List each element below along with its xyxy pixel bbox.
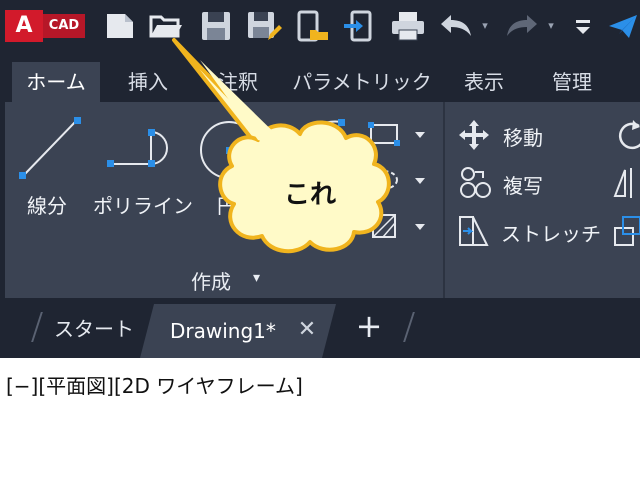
rotate-icon bbox=[618, 120, 640, 150]
ribbon-tab-bar: ホーム 挿入 注釈 パラメトリック 表示 管理 bbox=[0, 52, 640, 102]
copy-tool-button[interactable]: 複写 bbox=[457, 166, 577, 200]
plot-icon bbox=[392, 12, 424, 41]
tab-home[interactable]: ホーム bbox=[12, 62, 100, 102]
plot-button[interactable] bbox=[388, 8, 428, 44]
drawing-canvas[interactable]: [−][平面図][2D ワイヤフレーム] bbox=[0, 358, 640, 480]
draw-panel-title[interactable]: 作成 bbox=[191, 266, 231, 295]
scale-icon bbox=[614, 216, 640, 246]
tab-parametric[interactable]: パラメトリック bbox=[292, 62, 432, 102]
open-from-mobile-button[interactable] bbox=[292, 8, 332, 44]
viewport-controls[interactable]: [−][平面図][2D ワイヤフレーム] bbox=[6, 370, 303, 399]
scale-tool-button[interactable] bbox=[613, 214, 640, 248]
circle-icon bbox=[200, 121, 258, 179]
save-to-mobile-icon bbox=[344, 10, 372, 42]
customize-icon bbox=[576, 20, 590, 34]
line-tool-button[interactable]: 線分 bbox=[15, 114, 85, 224]
polyline-tool-button[interactable]: ポリライン bbox=[93, 114, 193, 224]
app-logo[interactable]: A CAD bbox=[5, 10, 85, 42]
tab-separator bbox=[403, 312, 415, 342]
customize-qat-button[interactable] bbox=[568, 8, 598, 44]
new-button[interactable] bbox=[100, 8, 140, 44]
tab-view[interactable]: 表示 bbox=[452, 62, 516, 102]
open-from-mobile-icon bbox=[297, 10, 328, 42]
polyline-icon bbox=[107, 129, 168, 167]
save-to-mobile-button[interactable] bbox=[340, 8, 380, 44]
tab-insert[interactable]: 挿入 bbox=[116, 62, 180, 102]
hatch-tool-button[interactable] bbox=[367, 212, 433, 242]
tab-drawing1-label: Drawing1* bbox=[170, 319, 276, 343]
open-button[interactable] bbox=[146, 8, 186, 44]
undo-button[interactable] bbox=[436, 8, 476, 44]
undo-dropdown-icon[interactable]: ▾ bbox=[478, 18, 492, 34]
ellipse-tool-button[interactable] bbox=[367, 166, 433, 196]
open-icon bbox=[149, 15, 182, 38]
save-button[interactable] bbox=[196, 8, 236, 44]
circle-tool-button[interactable]: 円 bbox=[195, 114, 275, 224]
document-tab-bar: スタート Drawing1* ✕ + bbox=[0, 298, 640, 358]
save-as-icon bbox=[248, 12, 282, 40]
app-logo-text: CAD bbox=[43, 14, 85, 38]
ellipse-icon bbox=[368, 170, 425, 190]
tab-start[interactable]: スタート bbox=[54, 312, 134, 346]
move-icon bbox=[459, 120, 489, 150]
line-tool-label: 線分 bbox=[27, 194, 67, 218]
tab-annotate[interactable]: 注釈 bbox=[206, 62, 270, 102]
hatch-icon bbox=[372, 214, 425, 238]
copy-icon bbox=[460, 167, 491, 198]
share-icon bbox=[609, 15, 637, 38]
ribbon-panel: 線分 ポリライン 円 作成 ▾ 移動 複写 ストレッチ bbox=[5, 102, 640, 298]
mirror-tool-button[interactable] bbox=[613, 166, 640, 200]
redo-button[interactable] bbox=[502, 8, 542, 44]
rectangle-tool-button[interactable] bbox=[367, 120, 433, 150]
stretch-tool-label: ストレッチ bbox=[501, 222, 601, 246]
share-button[interactable] bbox=[606, 8, 640, 44]
redo-dropdown-icon[interactable]: ▾ bbox=[544, 18, 558, 34]
circle-tool-label: 円 bbox=[217, 194, 237, 218]
rotate-tool-button[interactable] bbox=[613, 118, 640, 152]
tab-manage[interactable]: 管理 bbox=[540, 62, 604, 102]
title-bar: A CAD ▾ ▾ bbox=[0, 0, 640, 52]
new-tab-button[interactable]: + bbox=[352, 308, 386, 344]
move-tool-button[interactable]: 移動 bbox=[457, 118, 577, 152]
close-icon[interactable]: ✕ bbox=[296, 316, 318, 344]
mirror-icon bbox=[613, 168, 632, 198]
arc-icon bbox=[299, 119, 345, 153]
rectangle-icon bbox=[368, 122, 425, 146]
new-icon bbox=[107, 14, 133, 38]
panel-divider bbox=[443, 102, 445, 298]
draw-panel-expand-icon[interactable]: ▾ bbox=[253, 270, 260, 286]
tab-separator bbox=[31, 312, 43, 342]
stretch-tool-button[interactable]: ストレッチ bbox=[457, 214, 601, 248]
arc-tool-button[interactable] bbox=[295, 116, 355, 156]
polyline-tool-label: ポリライン bbox=[93, 194, 193, 218]
save-icon bbox=[202, 12, 230, 40]
undo-icon bbox=[441, 15, 471, 36]
copy-tool-label: 複写 bbox=[503, 174, 543, 198]
redo-icon bbox=[507, 15, 537, 36]
move-tool-label: 移動 bbox=[503, 126, 543, 150]
tab-drawing1[interactable]: Drawing1* ✕ bbox=[140, 304, 336, 358]
app-logo-letter: A bbox=[5, 10, 43, 42]
line-icon bbox=[19, 117, 81, 179]
stretch-icon bbox=[459, 216, 489, 246]
save-as-button[interactable] bbox=[244, 8, 284, 44]
